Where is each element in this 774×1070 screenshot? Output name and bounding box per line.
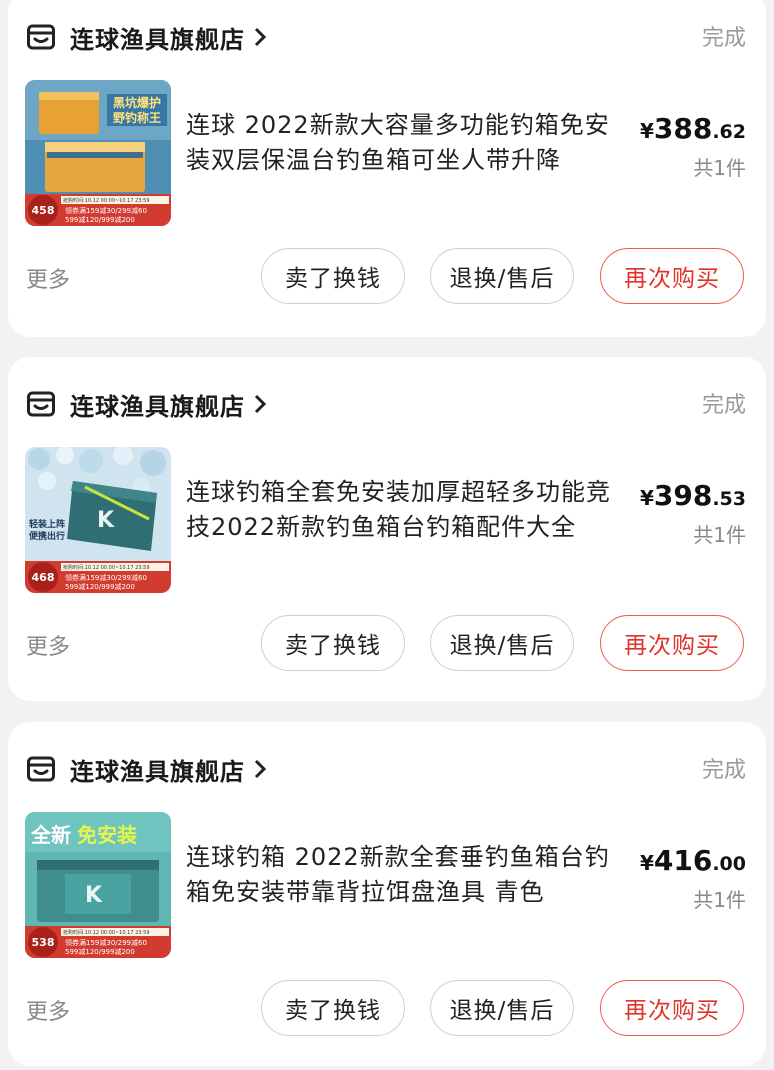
price-integer: 398 bbox=[653, 479, 713, 512]
buy-again-button[interactable]: 再次购买 bbox=[600, 248, 744, 304]
store-icon bbox=[26, 754, 56, 784]
shop-name: 连球渔具旗舰店 bbox=[70, 25, 245, 54]
shop-link[interactable]: 连球渔具旗舰店 bbox=[26, 17, 267, 57]
currency-symbol: ¥ bbox=[639, 851, 654, 875]
after-sales-button[interactable]: 退换/售后 bbox=[430, 980, 574, 1036]
thumb-time: 抢购时间:10.12 00:00~10.17 23:59 bbox=[63, 929, 150, 936]
svg-text:K: K bbox=[85, 883, 103, 908]
item-count: 共1件 bbox=[693, 523, 746, 547]
thumb-headline: 便携出行 bbox=[29, 530, 65, 542]
thumb-price-badge: 458 bbox=[32, 204, 55, 217]
store-icon bbox=[26, 22, 56, 52]
sell-button[interactable]: 卖了换钱 bbox=[261, 980, 405, 1036]
after-sales-button[interactable]: 退换/售后 bbox=[430, 248, 574, 304]
order-card: 连球渔具旗舰店 完成 K 全新 免安装 抢购时间:10.12 00:00~10.… bbox=[8, 722, 766, 1066]
thumb-promo: 599减120/999减200 bbox=[65, 947, 135, 956]
chevron-right-icon bbox=[253, 393, 267, 415]
thumb-promo: 领券满159减30/299减60 bbox=[65, 938, 147, 947]
sell-button[interactable]: 卖了换钱 bbox=[261, 248, 405, 304]
store-icon bbox=[26, 389, 56, 419]
currency-symbol: ¥ bbox=[639, 119, 654, 143]
thumb-promo: 领券满159减30/299减60 bbox=[65, 206, 147, 215]
product-image[interactable]: K 全新 免安装 抢购时间:10.12 00:00~10.17 23:59 领券… bbox=[25, 812, 171, 958]
more-button[interactable]: 更多 bbox=[26, 629, 70, 661]
chevron-right-icon bbox=[253, 26, 267, 48]
after-sales-button[interactable]: 退换/售后 bbox=[430, 615, 574, 671]
price-integer: 416 bbox=[653, 844, 713, 877]
item-count: 共1件 bbox=[693, 156, 746, 180]
more-button[interactable]: 更多 bbox=[26, 262, 70, 294]
chevron-right-icon bbox=[253, 758, 267, 780]
thumb-promo: 599减120/999减200 bbox=[65, 215, 135, 224]
order-status: 完成 bbox=[701, 393, 746, 418]
price-integer: 388 bbox=[653, 112, 713, 145]
product-image[interactable]: K 轻装上阵 便携出行 抢购时间:10.12 00:00~10.17 23:59… bbox=[25, 447, 171, 593]
thumb-price-badge: 538 bbox=[32, 936, 55, 949]
order-status: 完成 bbox=[701, 758, 746, 783]
product-title[interactable]: 连球钓箱 2022新款全套垂钓鱼箱台钓箱免安装带靠背拉饵盘渔具 青色 bbox=[186, 840, 634, 910]
sell-button[interactable]: 卖了换钱 bbox=[261, 615, 405, 671]
shop-name: 连球渔具旗舰店 bbox=[70, 757, 245, 786]
product-price: ¥388.62 bbox=[640, 112, 746, 145]
more-button[interactable]: 更多 bbox=[26, 994, 70, 1026]
buy-again-button[interactable]: 再次购买 bbox=[600, 615, 744, 671]
currency-symbol: ¥ bbox=[639, 486, 654, 510]
thumb-headline: 免安装 bbox=[77, 823, 137, 847]
thumb-promo: 599减120/999减200 bbox=[65, 582, 135, 591]
price-decimal: .62 bbox=[712, 121, 746, 143]
product-price: ¥416.00 bbox=[640, 844, 746, 877]
thumb-headline: 全新 bbox=[30, 823, 71, 847]
order-status: 完成 bbox=[701, 26, 746, 51]
order-list: 连球渔具旗舰店 完成 黑坑爆护 野钓称王 抢购时间:10.12 00:00~10… bbox=[0, 0, 774, 1070]
thumb-promo: 领券满159减30/299减60 bbox=[65, 573, 147, 582]
product-price: ¥398.53 bbox=[640, 479, 746, 512]
shop-link[interactable]: 连球渔具旗舰店 bbox=[26, 384, 267, 424]
buy-again-button[interactable]: 再次购买 bbox=[600, 980, 744, 1036]
order-card: 连球渔具旗舰店 完成 黑坑爆护 野钓称王 抢购时间:10.12 00:00~10… bbox=[8, 0, 766, 337]
thumb-headline: 轻装上阵 bbox=[29, 518, 65, 530]
thumb-time: 抢购时间:10.12 00:00~10.17 23:59 bbox=[63, 564, 150, 571]
shop-link[interactable]: 连球渔具旗舰店 bbox=[26, 749, 267, 789]
price-decimal: .53 bbox=[712, 488, 746, 510]
product-title[interactable]: 连球 2022新款大容量多功能钓箱免安装双层保温台钓鱼箱可坐人带升降 bbox=[186, 108, 634, 178]
thumb-time: 抢购时间:10.12 00:00~10.17 23:59 bbox=[63, 197, 150, 204]
order-card: 连球渔具旗舰店 完成 K 轻装上阵 便携出行 抢购时间:10.12 00:00~… bbox=[8, 357, 766, 701]
price-decimal: .00 bbox=[712, 853, 746, 875]
thumb-headline: 黑坑爆护 bbox=[113, 95, 161, 110]
thumb-headline: 野钓称王 bbox=[113, 110, 161, 125]
product-image[interactable]: 黑坑爆护 野钓称王 抢购时间:10.12 00:00~10.17 23:59 领… bbox=[25, 80, 171, 226]
product-title[interactable]: 连球钓箱全套免安装加厚超轻多功能竞技2022新款钓鱼箱台钓箱配件大全 bbox=[186, 475, 634, 545]
thumb-price-badge: 468 bbox=[32, 571, 55, 584]
svg-text:K: K bbox=[97, 508, 115, 533]
item-count: 共1件 bbox=[693, 888, 746, 912]
shop-name: 连球渔具旗舰店 bbox=[70, 392, 245, 421]
